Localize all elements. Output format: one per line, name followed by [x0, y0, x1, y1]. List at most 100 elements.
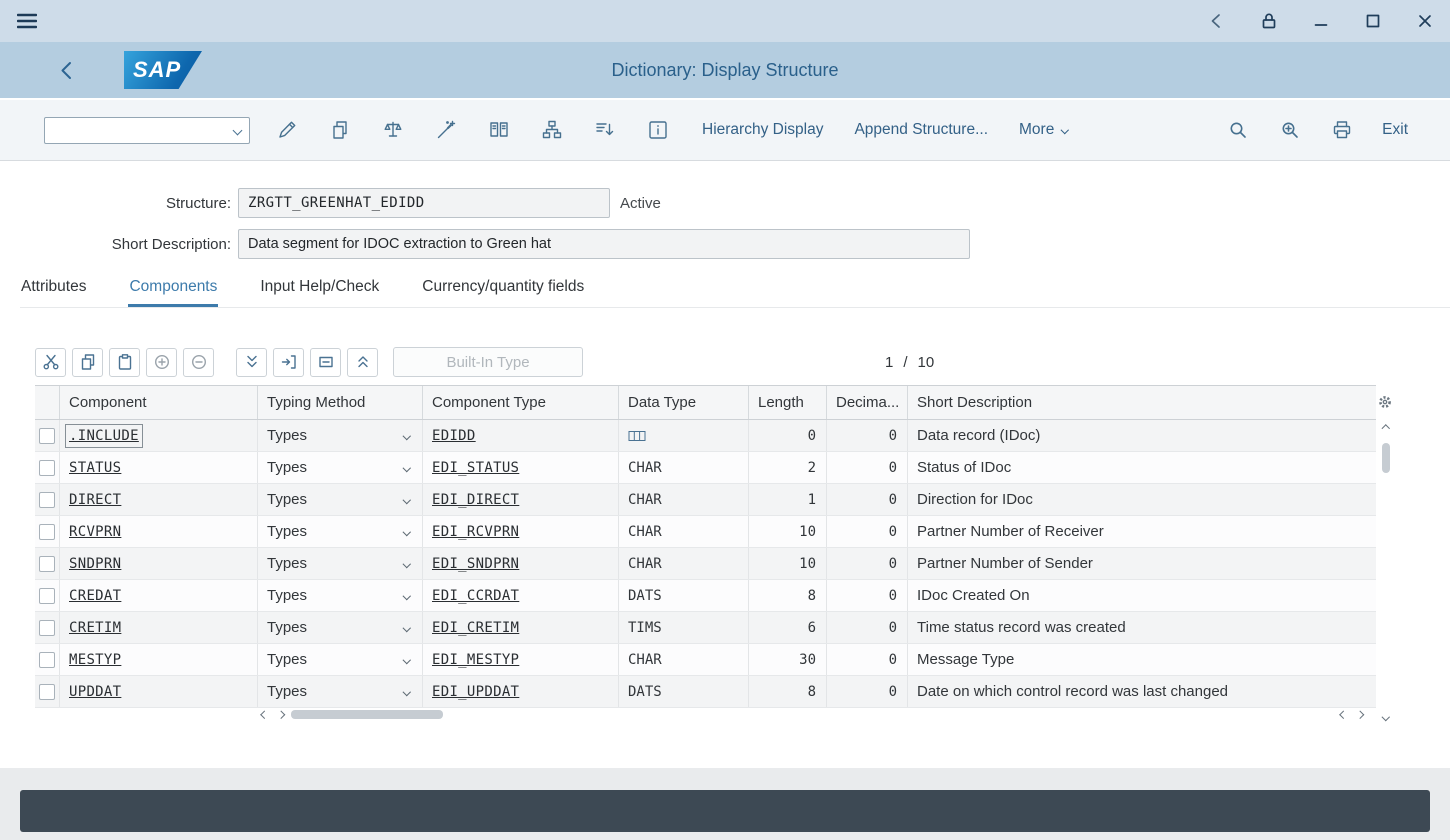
table-row[interactable]: .INCLUDE Types EDIDD 0 0 Data record (ID… [35, 420, 1376, 452]
search-icon[interactable] [1226, 119, 1249, 142]
scroll-left-icon[interactable] [261, 711, 269, 719]
maximize-icon[interactable] [1362, 10, 1384, 32]
tab-currency-quantity-fields[interactable]: Currency/quantity fields [421, 275, 585, 307]
horizontal-scroll-thumb[interactable] [291, 710, 443, 719]
hierarchy-icon[interactable] [540, 119, 563, 142]
scroll-right-icon[interactable] [1355, 711, 1363, 719]
component-type-link[interactable]: EDI_STATUS [432, 460, 519, 476]
collapse-all-icon[interactable] [347, 348, 378, 377]
structure-field[interactable]: ZRGTT_GREENHAT_EDIDD [238, 188, 610, 218]
table-row[interactable]: DIRECT Types EDI_DIRECT CHAR 1 0 Directi… [35, 484, 1376, 516]
row-checkbox[interactable] [39, 684, 55, 700]
command-input[interactable] [45, 118, 225, 143]
component-link[interactable]: MESTYP [69, 652, 121, 668]
table-row[interactable]: SNDPRN Types EDI_SNDPRN CHAR 10 0 Partne… [35, 548, 1376, 580]
cut-icon[interactable] [35, 348, 66, 377]
component-link[interactable]: CREDAT [69, 588, 121, 604]
append-structure-button[interactable]: Append Structure... [854, 121, 988, 139]
row-checkbox[interactable] [39, 556, 55, 572]
tab-components[interactable]: Components [128, 275, 218, 307]
scroll-up-icon[interactable] [1382, 425, 1390, 433]
component-link[interactable]: SNDPRN [69, 556, 121, 572]
exit-button[interactable]: Exit [1382, 121, 1408, 139]
lock-icon[interactable] [1258, 10, 1280, 32]
row-checkbox[interactable] [39, 428, 55, 444]
typing-method-dropdown[interactable]: Types [258, 420, 423, 451]
component-type-link[interactable]: EDI_DIRECT [432, 492, 519, 508]
typing-method-dropdown[interactable]: Types [258, 484, 423, 515]
component-link[interactable]: DIRECT [69, 492, 121, 508]
component-link[interactable]: UPDDAT [69, 684, 121, 700]
hamburger-menu-icon[interactable] [14, 9, 40, 33]
component-type-link[interactable]: EDI_CRETIM [432, 620, 519, 636]
component-link[interactable]: .INCLUDE [69, 428, 139, 444]
component-type-link[interactable]: EDI_RCVPRN [432, 524, 519, 540]
copy-icon[interactable] [328, 119, 351, 142]
short-description-field[interactable]: Data segment for IDOC extraction to Gree… [238, 229, 970, 259]
add-icon[interactable] [146, 348, 177, 377]
typing-method-dropdown[interactable]: Types [258, 676, 423, 707]
component-type-link[interactable]: EDIDD [432, 428, 476, 444]
vertical-scroll-thumb[interactable] [1382, 443, 1390, 473]
component-link[interactable]: STATUS [69, 460, 121, 476]
tab-input-help-check[interactable]: Input Help/Check [259, 275, 380, 307]
command-field[interactable] [44, 117, 250, 144]
expand-all-icon[interactable] [236, 348, 267, 377]
scroll-down-icon[interactable] [1382, 712, 1390, 720]
component-link[interactable]: RCVPRN [69, 524, 121, 540]
paste-icon[interactable] [109, 348, 140, 377]
table-row[interactable]: CRETIM Types EDI_CRETIM TIMS 6 0 Time st… [35, 612, 1376, 644]
sort-icon[interactable] [593, 119, 616, 142]
col-length[interactable]: Length [749, 386, 827, 419]
table-settings-gear-icon[interactable] [1376, 394, 1393, 410]
remove-icon[interactable] [183, 348, 214, 377]
edit-icon[interactable] [275, 119, 298, 142]
search-plus-icon[interactable] [1278, 119, 1301, 142]
row-checkbox[interactable] [39, 460, 55, 476]
close-icon[interactable] [1414, 10, 1436, 32]
component-type-link[interactable]: EDI_SNDPRN [432, 556, 519, 572]
vertical-scrollbar[interactable] [1379, 421, 1393, 722]
copy-icon[interactable] [72, 348, 103, 377]
chevron-down-icon[interactable] [225, 127, 249, 134]
component-type-link[interactable]: EDI_CCRDAT [432, 588, 519, 604]
table-row[interactable]: MESTYP Types EDI_MESTYP CHAR 30 0 Messag… [35, 644, 1376, 676]
typing-method-dropdown[interactable]: Types [258, 644, 423, 675]
table-row[interactable]: STATUS Types EDI_STATUS CHAR 2 0 Status … [35, 452, 1376, 484]
row-checkbox[interactable] [39, 620, 55, 636]
table-row[interactable]: UPDDAT Types EDI_UPDDAT DATS 8 0 Date on… [35, 676, 1376, 708]
table-row[interactable]: CREDAT Types EDI_CCRDAT DATS 8 0 IDoc Cr… [35, 580, 1376, 612]
typing-method-dropdown[interactable]: Types [258, 516, 423, 547]
typing-method-dropdown[interactable]: Types [258, 548, 423, 579]
delete-line-icon[interactable] [310, 348, 341, 377]
typing-method-dropdown[interactable]: Types [258, 580, 423, 611]
col-short-description[interactable]: Short Description [908, 386, 1376, 419]
compare-icon[interactable] [487, 119, 510, 142]
typing-method-dropdown[interactable]: Types [258, 452, 423, 483]
row-checkbox[interactable] [39, 492, 55, 508]
component-link[interactable]: CRETIM [69, 620, 121, 636]
row-checkbox[interactable] [39, 524, 55, 540]
scales-icon[interactable] [381, 119, 404, 142]
col-component-type[interactable]: Component Type [423, 386, 619, 419]
activate-wand-icon[interactable] [434, 119, 457, 142]
col-typing-method[interactable]: Typing Method [258, 386, 423, 419]
table-row[interactable]: RCVPRN Types EDI_RCVPRN CHAR 10 0 Partne… [35, 516, 1376, 548]
col-component[interactable]: Component [60, 386, 258, 419]
scroll-right-icon[interactable] [276, 711, 284, 719]
col-decimals[interactable]: Decima... [827, 386, 908, 419]
nav-back-icon[interactable] [1206, 10, 1228, 32]
component-type-link[interactable]: EDI_UPDDAT [432, 684, 519, 700]
tab-attributes[interactable]: Attributes [20, 275, 87, 307]
info-icon[interactable] [646, 119, 669, 142]
print-icon[interactable] [1330, 119, 1353, 142]
horizontal-scrollbar[interactable] [35, 708, 1376, 722]
row-checkbox[interactable] [39, 652, 55, 668]
component-type-link[interactable]: EDI_MESTYP [432, 652, 519, 668]
insert-line-icon[interactable] [273, 348, 304, 377]
hierarchy-display-button[interactable]: Hierarchy Display [702, 121, 823, 139]
back-icon[interactable] [56, 58, 78, 83]
typing-method-dropdown[interactable]: Types [258, 612, 423, 643]
minimize-icon[interactable] [1310, 10, 1332, 32]
built-in-type-button[interactable]: Built-In Type [393, 347, 583, 377]
